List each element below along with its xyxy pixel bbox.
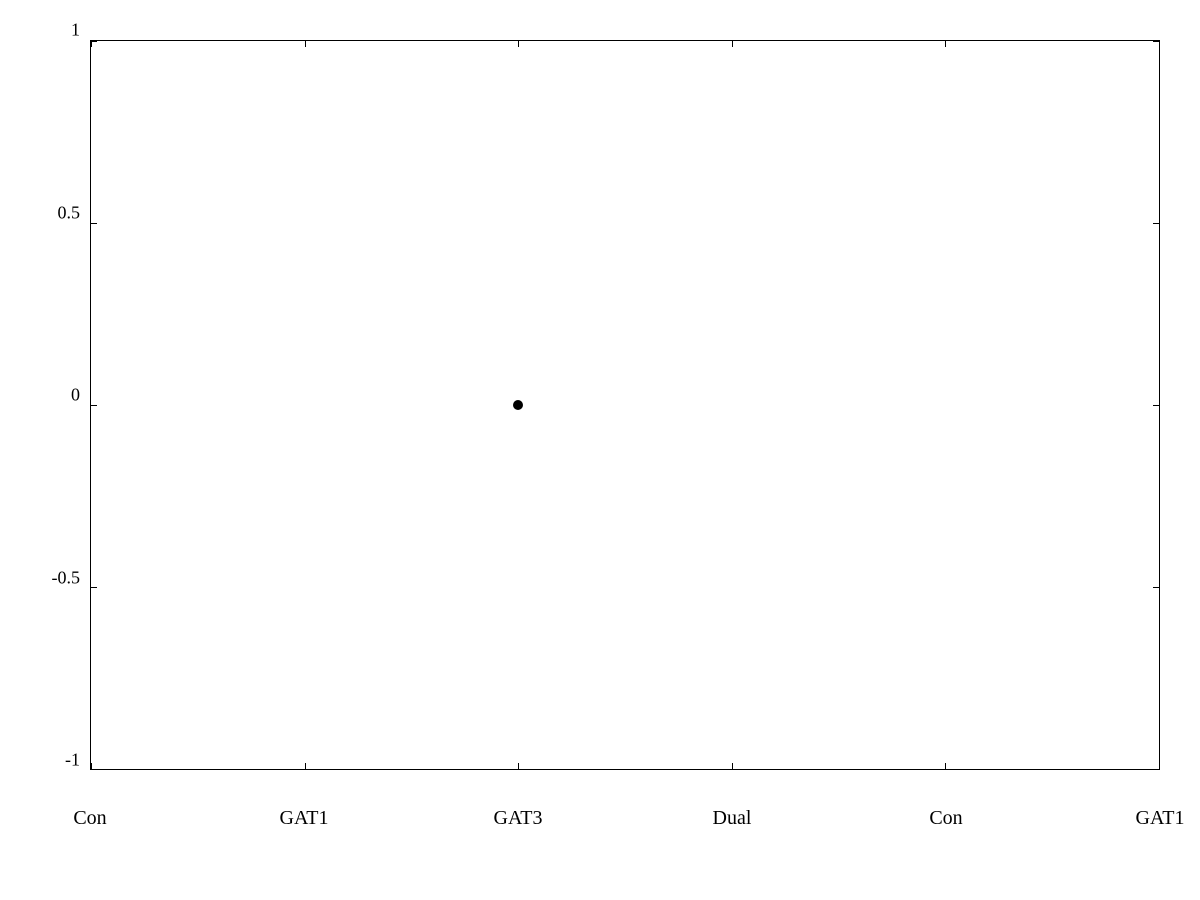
y-tick-label: 1 <box>20 20 80 41</box>
y-tick-label: 0 <box>20 385 80 406</box>
x-tick-mark-top <box>732 41 733 47</box>
y-tick-label: 0.5 <box>20 202 80 223</box>
y-tick-mark-right <box>1153 587 1159 588</box>
x-tick-mark-top <box>91 41 92 47</box>
x-tick-mark-bottom <box>518 763 519 769</box>
y-tick-mark-right <box>1153 769 1159 770</box>
y-tick-label: -1 <box>20 750 80 771</box>
x-tick-mark-top <box>1159 41 1160 47</box>
x-tick-mark-bottom <box>305 763 306 769</box>
x-tick-mark-bottom <box>945 763 946 769</box>
y-tick-mark-left <box>91 223 97 224</box>
x-tick-mark-bottom <box>732 763 733 769</box>
x-tick-mark-top <box>305 41 306 47</box>
data-point <box>513 400 523 410</box>
x-axis-labels: ConGAT1GAT3DualConGAT1 <box>90 790 1160 830</box>
y-tick-mark-left <box>91 587 97 588</box>
x-tick-label: Con <box>929 807 962 830</box>
y-tick-mark-left <box>91 769 97 770</box>
x-tick-label: GAT1 <box>280 807 329 830</box>
x-tick-label: GAT3 <box>494 807 543 830</box>
chart-area <box>90 40 1160 770</box>
x-tick-label: Dual <box>713 807 752 830</box>
y-tick-mark-left <box>91 405 97 406</box>
x-tick-mark-bottom <box>91 763 92 769</box>
x-tick-mark-top <box>945 41 946 47</box>
y-tick-label: -0.5 <box>20 567 80 588</box>
x-tick-mark-top <box>518 41 519 47</box>
x-tick-label: GAT1 <box>1136 807 1185 830</box>
y-tick-mark-right <box>1153 405 1159 406</box>
x-tick-label: Con <box>73 807 106 830</box>
y-tick-mark-right <box>1153 223 1159 224</box>
x-tick-mark-bottom <box>1159 763 1160 769</box>
chart-container: Con GAT1 GAT3 Dual Con GAT1 1 0.5 0 -0.5 -1 <box>0 0 1200 900</box>
